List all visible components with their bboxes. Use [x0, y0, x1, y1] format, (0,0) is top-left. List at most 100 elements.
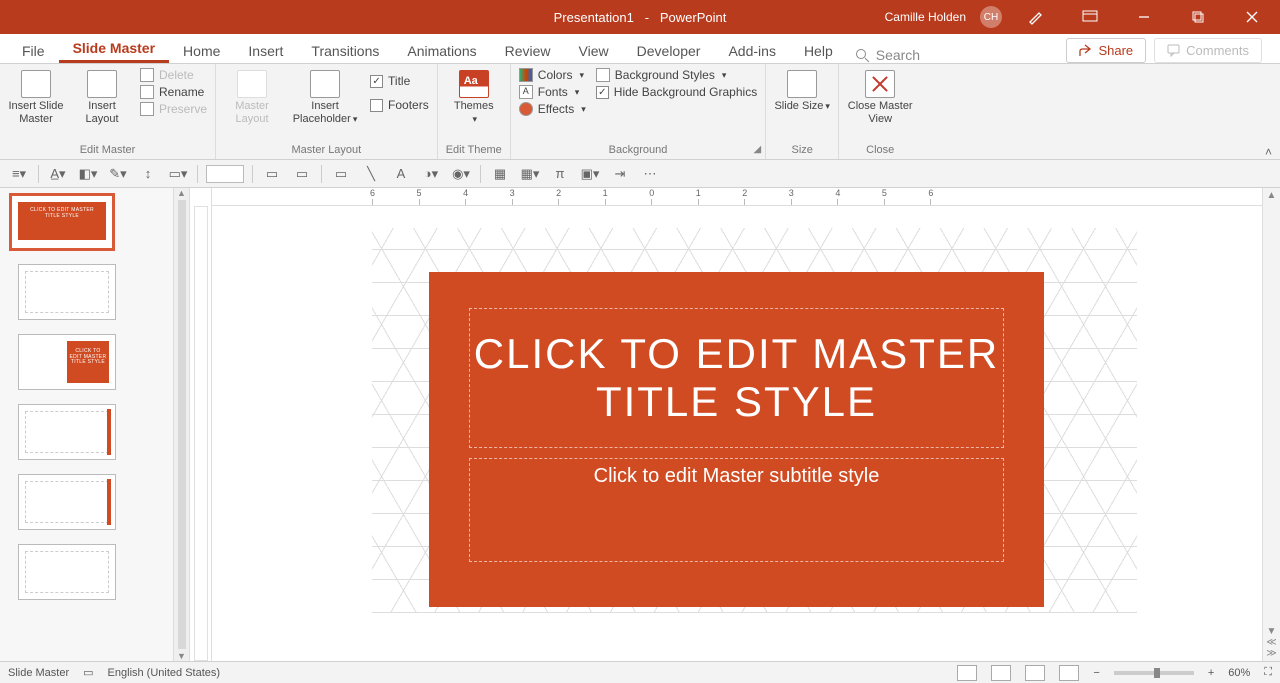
delete-icon [140, 68, 154, 82]
overflow-icon[interactable]: ⋯ [639, 164, 661, 184]
align-menu-icon[interactable]: ≡▾ [8, 164, 30, 184]
layout-thumbnail-4[interactable] [18, 474, 116, 530]
comments-button[interactable]: Comments [1154, 38, 1262, 63]
checkbox-icon [370, 99, 383, 112]
table-icon[interactable]: ▦▾ [519, 164, 541, 184]
fill-color-icon[interactable]: ◧▾ [77, 164, 99, 184]
insert-placeholder-button[interactable]: Insert Placeholder▾ [290, 68, 360, 126]
slideshow-view-button[interactable] [1059, 665, 1079, 681]
chart-icon[interactable]: ▦ [489, 164, 511, 184]
minimize-button[interactable] [1124, 0, 1164, 34]
user-name[interactable]: Camille Holden [885, 10, 966, 24]
layout-thumbnail-2[interactable]: CLICK TO EDIT MASTER TITLE STYLE [18, 334, 116, 390]
shapes-icon[interactable]: ◑▾ [420, 164, 442, 184]
font-color-icon[interactable]: A̲▾ [47, 164, 69, 184]
hide-bg-checkbox[interactable]: ✓Hide Background Graphics [596, 85, 757, 99]
scroll-down-icon[interactable]: ▼ [177, 651, 186, 661]
insert-slide-master-button[interactable]: Insert Slide Master [8, 68, 64, 126]
titlebar: Presentation1 - PowerPoint Camille Holde… [0, 0, 1280, 34]
close-button[interactable] [1232, 0, 1272, 34]
merge-shapes-icon[interactable]: ◉▾ [450, 164, 472, 184]
next-slide-icon[interactable]: ≫ [1266, 648, 1276, 659]
scroll-down-icon[interactable]: ▼ [1267, 626, 1277, 637]
close-master-view-button[interactable]: Close Master View [847, 68, 913, 126]
layout-thumbnail-3[interactable] [18, 404, 116, 460]
spellcheck-icon[interactable]: ▭ [83, 666, 93, 679]
picture-icon[interactable]: ▣▾ [579, 164, 601, 184]
fit-to-window-button[interactable]: ⛶ [1264, 666, 1272, 679]
textbox-icon[interactable]: A [390, 164, 412, 184]
shape-fill-swatch[interactable] [206, 165, 244, 183]
zoom-slider[interactable] [1114, 671, 1194, 675]
chevron-down-icon: ▾ [472, 114, 477, 124]
avatar[interactable]: CH [980, 6, 1002, 28]
dialog-launcher-icon[interactable]: ◢ [754, 144, 762, 155]
sorter-view-button[interactable] [991, 665, 1011, 681]
selection-pane-icon[interactable]: ⇥ [609, 164, 631, 184]
tab-transitions[interactable]: Transitions [297, 37, 393, 63]
app-name: PowerPoint [660, 10, 726, 25]
slide-canvas[interactable]: Click to edit Master title style Click t… [212, 206, 1262, 661]
scroll-up-icon[interactable]: ▲ [1267, 190, 1277, 201]
group-master-layout: Master Layout Insert Placeholder▾ ✓Title… [216, 64, 438, 159]
layout-icon [87, 70, 117, 98]
tab-file[interactable]: File [8, 37, 59, 63]
layout-thumbnail-1[interactable] [18, 264, 116, 320]
colors-button[interactable]: Colors▾ [519, 68, 586, 82]
ribbon: Insert Slide Master Insert Layout Delete… [0, 64, 1280, 160]
master-thumbnail[interactable]: CLICK TO EDIT MASTER TITLE STYLE [10, 194, 114, 250]
preserve-icon [140, 102, 154, 116]
align-middle-icon[interactable]: ▭ [291, 164, 313, 184]
title-checkbox[interactable]: ✓Title [370, 74, 429, 88]
editor-scrollbar[interactable]: ▲ ▼ ≪ ≫ [1262, 188, 1280, 661]
maximize-button[interactable] [1178, 0, 1218, 34]
chevron-down-icon: ▾ [722, 70, 727, 81]
chevron-down-icon: ▾ [575, 87, 580, 98]
horizontal-ruler: 6 5 4 3 2 1 0 1 2 3 4 5 6 [212, 188, 1262, 206]
tab-animations[interactable]: Animations [393, 37, 490, 63]
title-placeholder[interactable]: Click to edit Master title style [469, 308, 1004, 448]
drawing-mode-icon[interactable] [1016, 0, 1056, 34]
ribbon-tabs: File Slide Master Home Insert Transition… [0, 34, 1280, 64]
display-options-icon[interactable] [1070, 0, 1110, 34]
chevron-down-icon: ▾ [825, 101, 830, 111]
sort-icon[interactable]: ↕ [137, 164, 159, 184]
window-title: Presentation1 - PowerPoint [554, 10, 727, 25]
rename-button[interactable]: Rename [140, 85, 207, 99]
collapse-ribbon-icon[interactable]: ˄ [1265, 145, 1272, 159]
arrange-icon[interactable]: ▭▾ [167, 164, 189, 184]
tab-help[interactable]: Help [790, 37, 847, 63]
background-styles-button[interactable]: Background Styles▾ [596, 68, 757, 82]
rectangle-icon[interactable]: ▭ [330, 164, 352, 184]
tab-developer[interactable]: Developer [623, 37, 715, 63]
tab-view[interactable]: View [565, 37, 623, 63]
slide-size-button[interactable]: Slide Size▾ [774, 68, 830, 113]
scroll-up-icon[interactable]: ▲ [177, 188, 186, 198]
line-icon[interactable]: ╲ [360, 164, 382, 184]
thumbnail-scrollbar[interactable]: ▲ ▼ [173, 188, 189, 661]
insert-layout-button[interactable]: Insert Layout [74, 68, 130, 126]
tell-me-search[interactable]: Search [855, 47, 1067, 63]
fonts-icon: A [519, 85, 533, 99]
slide-content-box: Click to edit Master title style Click t… [429, 272, 1044, 607]
outline-color-icon[interactable]: ✎▾ [107, 164, 129, 184]
align-top-icon[interactable]: ▭ [261, 164, 283, 184]
group-edit-master: Insert Slide Master Insert Layout Delete… [0, 64, 216, 159]
tab-review[interactable]: Review [491, 37, 565, 63]
themes-button[interactable]: Themes▾ [446, 68, 502, 126]
reading-view-button[interactable] [1025, 665, 1045, 681]
share-button[interactable]: Share [1066, 38, 1146, 63]
footers-checkbox[interactable]: Footers [370, 98, 429, 112]
normal-view-button[interactable] [957, 665, 977, 681]
tab-home[interactable]: Home [169, 37, 234, 63]
tab-slide-master[interactable]: Slide Master [59, 34, 169, 63]
tab-addins[interactable]: Add-ins [714, 37, 789, 63]
subtitle-placeholder[interactable]: Click to edit Master subtitle style [469, 458, 1004, 562]
previous-slide-icon[interactable]: ≪ [1266, 637, 1276, 648]
effects-button[interactable]: Effects▾ [519, 102, 586, 116]
fonts-button[interactable]: AFonts▾ [519, 85, 586, 99]
equation-icon[interactable]: π [549, 164, 571, 184]
layout-thumbnail-5[interactable] [18, 544, 116, 600]
tab-insert[interactable]: Insert [234, 37, 297, 63]
chevron-down-icon: ▾ [353, 114, 358, 124]
